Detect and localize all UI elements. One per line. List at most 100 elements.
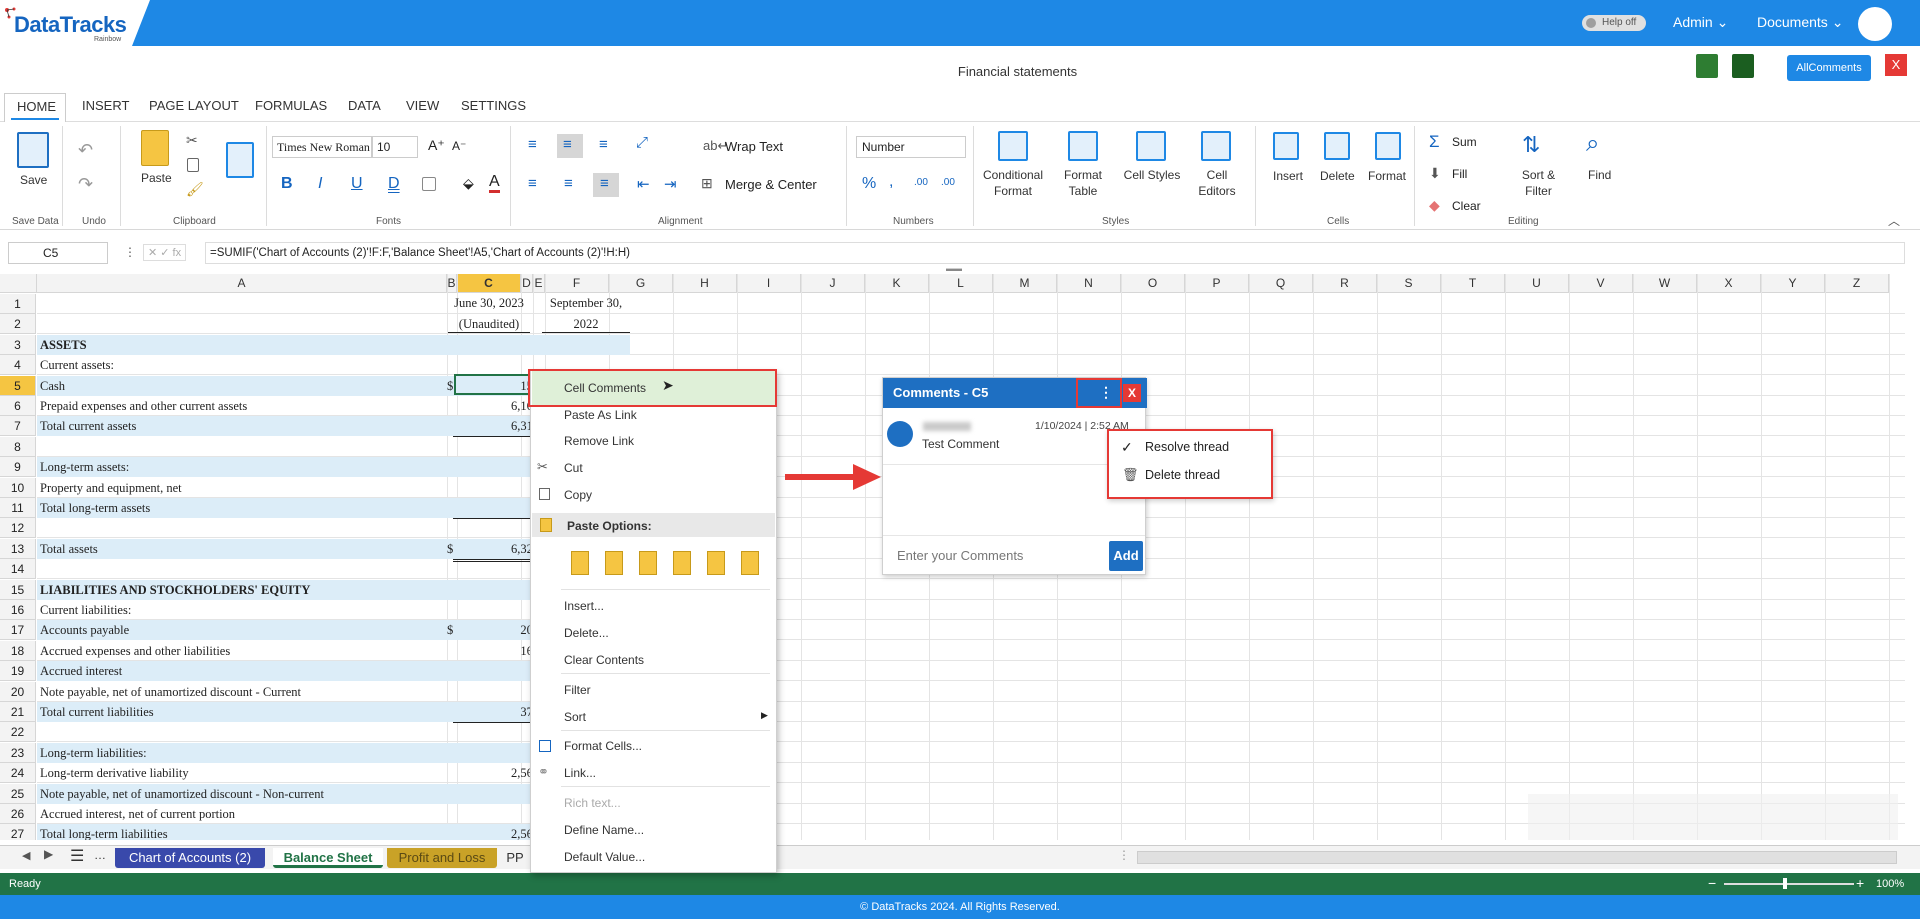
row-header-8[interactable]: 8 <box>0 436 36 457</box>
sheet-list-icon[interactable]: ☰ <box>70 846 84 866</box>
paste-all-icon[interactable] <box>571 551 589 575</box>
align-right-icon[interactable]: ≡ <box>600 175 609 192</box>
sum-icon[interactable]: Σ <box>1429 132 1440 152</box>
sheet-tab-pp[interactable]: PP <box>501 848 529 868</box>
comment-input[interactable]: Enter your Comments <box>897 548 1023 563</box>
cell-a[interactable]: ASSETS <box>40 335 87 355</box>
column-header-w[interactable]: W <box>1633 274 1697 293</box>
column-header-f[interactable]: F <box>545 274 609 293</box>
insert-button[interactable]: Insert <box>1273 168 1303 184</box>
resize-handle-icon[interactable]: ▬▬ <box>946 264 962 273</box>
cell-a[interactable]: Total assets <box>40 539 98 559</box>
column-header-d[interactable]: D <box>521 274 533 293</box>
align-left-icon[interactable]: ≡ <box>528 175 537 192</box>
double-underline-icon[interactable]: D <box>388 175 400 193</box>
name-box[interactable]: C5 <box>8 242 108 264</box>
menu-default-value[interactable]: Default Value... <box>564 850 645 864</box>
cell-a[interactable]: Note payable, net of unamortized discoun… <box>40 682 301 702</box>
paste-icon[interactable] <box>141 130 169 166</box>
font-name-select[interactable]: Times New Roman <box>272 136 372 158</box>
increase-font-icon[interactable]: A⁺ <box>428 137 445 154</box>
format-table-icon[interactable] <box>1068 131 1098 161</box>
cell-styles-button[interactable]: Cell Styles <box>1122 167 1182 183</box>
column-header-e[interactable]: E <box>533 274 545 293</box>
sheet-tab-profit-and-loss[interactable]: Profit and Loss <box>387 848 497 868</box>
cell-styles-icon[interactable] <box>1136 131 1166 161</box>
cell-a[interactable]: Current assets: <box>40 355 114 375</box>
row-header-24[interactable]: 24 <box>0 763 36 784</box>
sheet-tab-chart-of-accounts[interactable]: Chart of Accounts (2) <box>115 848 265 868</box>
paste-values-number-icon[interactable] <box>707 551 725 575</box>
delete-cells-icon[interactable] <box>1324 132 1350 160</box>
cell-editors-button[interactable]: Cell Editors <box>1192 167 1242 199</box>
column-header-g[interactable]: G <box>609 274 673 293</box>
column-header-u[interactable]: U <box>1505 274 1569 293</box>
font-size-select[interactable]: 10 <box>372 136 418 158</box>
row-header-26[interactable]: 26 <box>0 804 36 824</box>
column-header-l[interactable]: L <box>929 274 993 293</box>
decrease-indent-icon[interactable]: ⇤ <box>637 175 650 193</box>
cell-a[interactable]: Accounts payable <box>40 620 129 640</box>
fill-button[interactable]: Fill <box>1452 167 1467 181</box>
redo-icon[interactable]: ↷ <box>78 174 93 195</box>
paste-values-icon[interactable] <box>639 551 657 575</box>
horizontal-scrollbar[interactable] <box>1137 851 1897 864</box>
row-header-18[interactable]: 18 <box>0 640 36 661</box>
row-header-5[interactable]: 5 <box>0 375 36 396</box>
row-header-27[interactable]: 27 <box>0 824 36 840</box>
cell-a[interactable]: Long-term assets: <box>40 457 129 477</box>
splitter-icon[interactable]: ⋮ <box>1118 848 1130 862</box>
download-excel-icon[interactable] <box>1696 54 1718 78</box>
cell-a[interactable]: Prepaid expenses and other current asset… <box>40 396 247 416</box>
zoom-slider-thumb[interactable] <box>1783 878 1787 889</box>
prev-sheet-icon[interactable]: ◀ <box>22 849 30 862</box>
admin-menu[interactable]: Admin ⌄ <box>1673 14 1728 31</box>
menu-clear-contents[interactable]: Clear Contents <box>564 653 644 667</box>
undo-icon[interactable]: ↶ <box>78 140 93 161</box>
align-top-icon[interactable]: ≡ <box>528 136 537 153</box>
paste-formulas-number-icon[interactable] <box>741 551 759 575</box>
cell-a[interactable]: Accrued interest <box>40 661 122 681</box>
column-header-a[interactable]: A <box>37 274 447 293</box>
cell-a[interactable]: Long-term derivative liability <box>40 763 189 783</box>
row-header-4[interactable]: 4 <box>0 355 36 376</box>
tab-view[interactable]: VIEW <box>406 98 439 113</box>
logo[interactable]: DataTracks Rainbow <box>0 0 150 46</box>
zoom-in-icon[interactable]: + <box>1856 875 1864 891</box>
select-all-corner[interactable] <box>0 274 37 293</box>
selected-cell-c5[interactable] <box>454 374 530 395</box>
column-header-i[interactable]: I <box>737 274 801 293</box>
menu-format-cells[interactable]: Format Cells... <box>564 739 642 753</box>
column-header-c[interactable]: C <box>457 274 521 293</box>
delete-button[interactable]: Delete <box>1320 168 1355 184</box>
column-header-y[interactable]: Y <box>1761 274 1825 293</box>
row-header-2[interactable]: 2 <box>0 314 36 335</box>
tab-insert[interactable]: INSERT <box>82 98 129 113</box>
sort-filter-button[interactable]: Sort & Filter <box>1516 167 1561 199</box>
number-format-select[interactable]: Number <box>856 136 966 158</box>
sum-button[interactable]: Sum <box>1452 135 1477 149</box>
row-header-1[interactable]: 1 <box>0 294 36 314</box>
fill-color-icon[interactable]: ⬙ <box>463 175 474 192</box>
menu-cut[interactable]: Cut <box>564 461 583 475</box>
column-header-v[interactable]: V <box>1569 274 1633 293</box>
bold-icon[interactable]: B <box>281 175 293 193</box>
conditional-format-icon[interactable] <box>998 131 1028 161</box>
format-button[interactable]: Format <box>1368 168 1406 184</box>
zoom-out-icon[interactable]: − <box>1708 875 1716 891</box>
decrease-font-icon[interactable]: A⁻ <box>452 139 466 153</box>
row-header-3[interactable]: 3 <box>0 334 36 355</box>
help-toggle[interactable]: Help off <box>1582 15 1646 31</box>
cell-a[interactable]: Property and equipment, net <box>40 478 182 498</box>
menu-paste-as-link[interactable]: Paste As Link <box>564 408 637 422</box>
cell-a[interactable]: Total long-term liabilities <box>40 824 168 840</box>
column-header-n[interactable]: N <box>1057 274 1121 293</box>
row-header-25[interactable]: 25 <box>0 783 36 804</box>
tab-home-label[interactable]: HOME <box>17 99 56 114</box>
sheet-tab-balance-sheet[interactable]: Balance Sheet <box>273 848 383 868</box>
underline-icon[interactable]: U <box>351 175 363 193</box>
delete-thread-option[interactable]: Delete thread <box>1145 468 1220 482</box>
row-header-6[interactable]: 6 <box>0 396 36 416</box>
close-document-button[interactable]: X <box>1885 54 1907 76</box>
save-button[interactable]: Save <box>20 172 47 188</box>
